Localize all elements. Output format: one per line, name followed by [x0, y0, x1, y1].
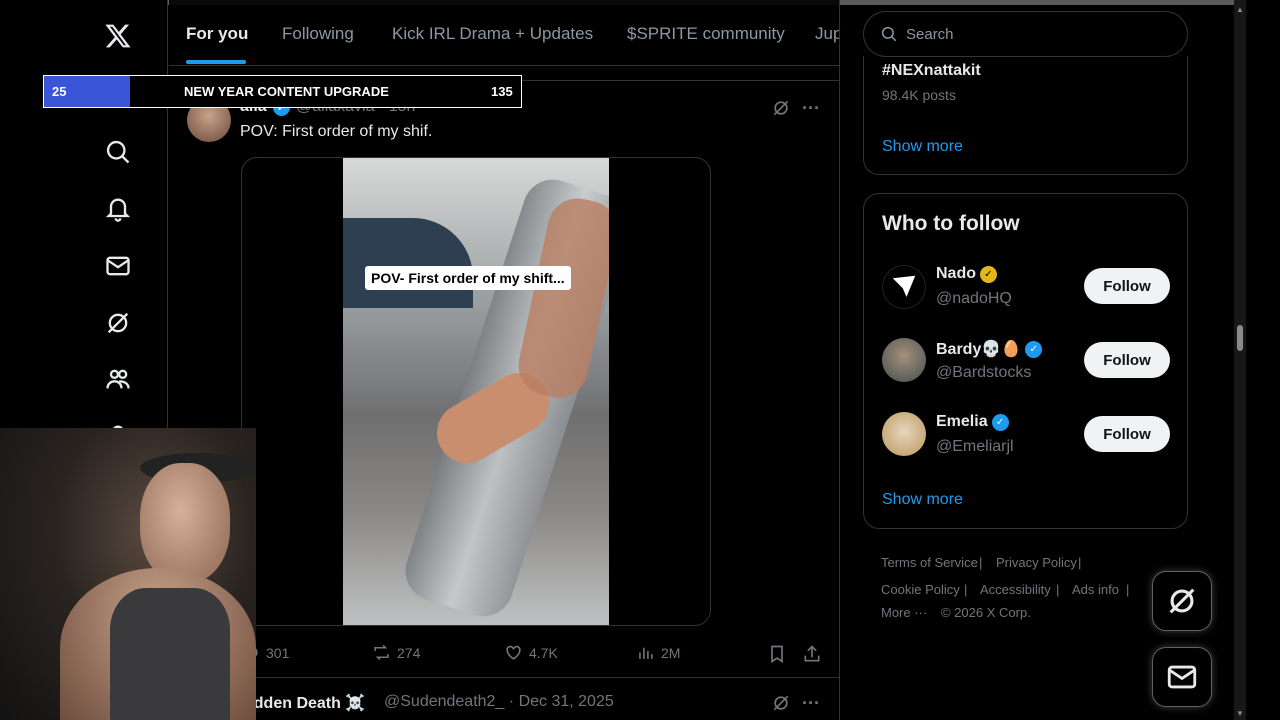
search-box[interactable]	[863, 11, 1188, 57]
tab-jup[interactable]: Jup	[815, 24, 839, 44]
notifications-icon[interactable]	[100, 191, 136, 227]
post-text: POV: First order of my shif.	[240, 123, 433, 140]
repost-count: 274	[397, 644, 421, 661]
grok-floating-button[interactable]	[1152, 571, 1212, 631]
goal-target-count: 135	[491, 84, 513, 99]
bookmark-icon[interactable]	[765, 642, 789, 666]
grok-post-icon[interactable]	[769, 96, 793, 120]
divider	[169, 677, 839, 678]
x-logo-icon[interactable]	[100, 18, 136, 54]
footer-separator: |	[1056, 582, 1060, 597]
heart-icon	[506, 645, 521, 660]
search-icon	[881, 26, 897, 42]
search-input[interactable]	[906, 25, 1156, 43]
trend-post-count: 98.4K posts	[882, 87, 956, 103]
timeline-tabs: For you Following Kick IRL Drama + Updat…	[169, 0, 839, 66]
scrollbar-thumb[interactable]	[1237, 325, 1243, 351]
footer-copyright: © 2026 X Corp.	[941, 605, 1031, 620]
like-count: 4.7K	[529, 644, 558, 661]
next-post-author-name[interactable]: udden Death ☠️	[244, 693, 365, 713]
follow-user-handle[interactable]: @Bardstocks	[936, 364, 1031, 382]
who-to-follow-card: Who to follow Nado ✓ @nadoHQ Follow Bard…	[863, 193, 1188, 529]
footer-link-ads-info[interactable]: Ads info	[1072, 582, 1119, 597]
video-caption: POV- First order of my shift...	[365, 266, 571, 290]
scroll-down-arrow-icon[interactable]: ▼	[1236, 710, 1244, 718]
goal-current-count: 25	[52, 84, 67, 99]
goal-title: NEW YEAR CONTENT UPGRADE	[184, 84, 389, 99]
more-options-icon[interactable]: ···	[799, 691, 823, 715]
bardy-avatar[interactable]	[882, 338, 926, 382]
follow-user-handle[interactable]: @Emeliarjl	[936, 438, 1014, 456]
view-count: 2M	[661, 644, 681, 661]
video-frame[interactable]: POV- First order of my shift...	[343, 158, 609, 625]
trend-tag[interactable]: #NEXnattakit	[882, 62, 981, 80]
footer-link-more[interactable]: More ···	[881, 605, 927, 620]
tab-following[interactable]: Following	[282, 24, 354, 44]
like-button[interactable]: 4.7K	[504, 643, 558, 662]
scroll-up-arrow-icon[interactable]: ▲	[1236, 6, 1244, 14]
webcam-shirt	[110, 588, 230, 720]
explore-icon[interactable]	[100, 134, 136, 170]
gold-verified-badge-icon: ✓	[980, 265, 997, 283]
follow-show-more-link[interactable]: Show more	[882, 491, 963, 509]
views-button[interactable]: 2M	[636, 643, 680, 662]
footer-separator: |	[1126, 582, 1130, 597]
views-icon	[639, 647, 653, 659]
follow-button[interactable]: Follow	[1084, 268, 1170, 304]
post-video[interactable]: POV- First order of my shift...	[241, 157, 711, 626]
grok-icon	[1169, 588, 1195, 614]
follow-user-name[interactable]: Bardy💀🥚 ✓	[936, 339, 1043, 359]
emelia-avatar[interactable]	[882, 412, 926, 456]
mail-icon	[1167, 665, 1197, 689]
next-post-meta[interactable]: @Sudendeath2_ · Dec 31, 2025	[384, 693, 614, 711]
grok-icon[interactable]	[100, 305, 136, 341]
share-icon[interactable]	[800, 642, 824, 666]
messages-floating-button[interactable]	[1152, 647, 1212, 707]
page-scrollbar[interactable]: ▲ ▼	[1234, 0, 1246, 720]
footer-separator: |	[964, 582, 968, 597]
active-tab-indicator	[186, 60, 246, 64]
follow-button[interactable]: Follow	[1084, 416, 1170, 452]
main-timeline: For you Following Kick IRL Drama + Updat…	[169, 0, 840, 720]
reply-count: 301	[266, 644, 290, 661]
footer-separator: |	[1078, 555, 1082, 570]
trends-show-more-link[interactable]: Show more	[882, 138, 963, 156]
footer-link-privacy[interactable]: Privacy Policy	[996, 555, 1077, 570]
grok-post-icon[interactable]	[769, 691, 793, 715]
follow-user-handle[interactable]: @nadoHQ	[936, 290, 1012, 308]
streamer-webcam	[0, 428, 256, 720]
messages-icon[interactable]	[100, 248, 136, 284]
repost-button[interactable]: 274	[372, 643, 420, 662]
footer-link-cookies[interactable]: Cookie Policy	[881, 582, 960, 597]
tab-for-you[interactable]: For you	[186, 24, 248, 44]
footer-separator: |	[979, 555, 983, 570]
trends-card: #NEXnattakit 98.4K posts Show more	[863, 56, 1188, 175]
more-options-icon[interactable]: ···	[799, 96, 823, 120]
verified-badge-icon: ✓	[1025, 340, 1043, 358]
follow-user-name[interactable]: Emelia ✓	[936, 413, 1009, 431]
nado-avatar[interactable]	[882, 265, 926, 309]
repost-icon	[374, 644, 389, 661]
verified-badge-icon: ✓	[991, 413, 1009, 431]
stream-goal-overlay: 25 NEW YEAR CONTENT UPGRADE 135	[43, 75, 522, 108]
tab-kick-irl-drama[interactable]: Kick IRL Drama + Updates	[392, 24, 593, 44]
footer-link-terms[interactable]: Terms of Service	[881, 555, 978, 570]
communities-icon[interactable]	[100, 361, 136, 397]
tab-sprite-community[interactable]: $SPRITE community	[627, 24, 785, 44]
webcam-face	[140, 463, 230, 583]
footer-link-accessibility[interactable]: Accessibility	[980, 582, 1051, 597]
follow-button[interactable]: Follow	[1084, 342, 1170, 378]
follow-user-name[interactable]: Nado ✓	[936, 265, 997, 283]
who-to-follow-title: Who to follow	[882, 212, 1020, 235]
